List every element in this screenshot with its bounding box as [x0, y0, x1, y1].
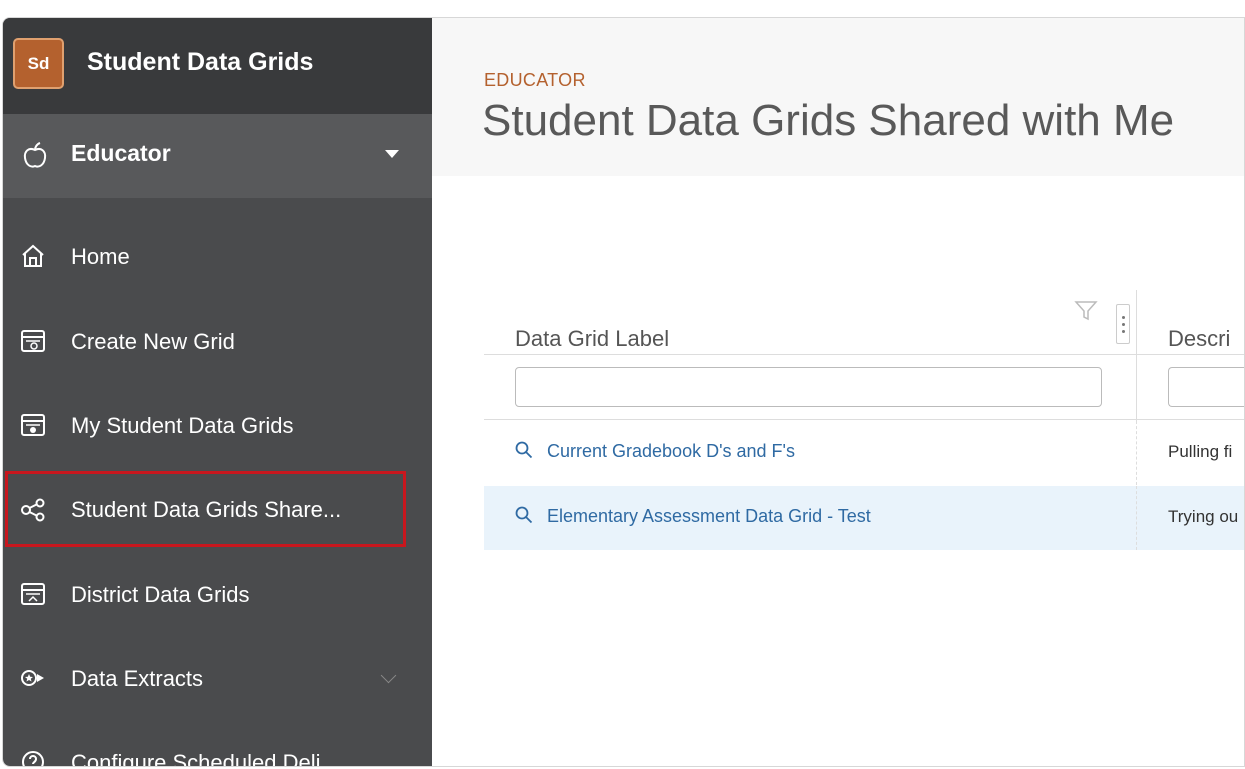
sidebar-item-label: Data Extracts: [71, 666, 204, 691]
search-icon[interactable]: [515, 506, 533, 524]
page-header: EDUCATOR Student Data Grids Shared with …: [432, 18, 1244, 176]
sidebar-item-configure-scheduled-deliveries[interactable]: Configure Scheduled Deli...: [3, 732, 432, 767]
grid-description: Pulling fi: [1168, 442, 1233, 461]
question-icon: [22, 751, 44, 766]
column-header-description[interactable]: Descri: [1168, 326, 1230, 352]
data-extract-icon: [21, 670, 44, 686]
sidebar-item-label: District Data Grids: [71, 582, 250, 607]
page-title: Student Data Grids Shared with Me: [482, 96, 1175, 145]
apple-icon: [23, 142, 47, 168]
cell-divider: [1136, 486, 1138, 550]
description-filter-input[interactable]: [1168, 367, 1244, 407]
sidebar-item-label: Create New Grid: [71, 329, 235, 354]
sidebar: Sd Student Data Grids Educator Home Crea…: [3, 18, 432, 766]
breadcrumb: EDUCATOR: [484, 70, 586, 90]
main-content: EDUCATOR Student Data Grids Shared with …: [432, 18, 1244, 766]
sidebar-item-district-data-grids[interactable]: District Data Grids: [3, 564, 432, 624]
role-label: Educator: [71, 140, 171, 166]
sidebar-item-home[interactable]: Home: [3, 226, 432, 286]
cell-divider: [1136, 421, 1138, 485]
sidebar-item-student-data-grids-shared[interactable]: Student Data Grids Share...: [5, 471, 406, 547]
chevron-down-icon: [380, 667, 397, 684]
grid-link[interactable]: Elementary Assessment Data Grid - Test: [547, 506, 871, 527]
sidebar-item-label: Home: [71, 244, 130, 269]
sidebar-item-label: Configure Scheduled Deli...: [71, 750, 339, 767]
grid-district-icon: [21, 583, 45, 605]
column-divider[interactable]: [1136, 290, 1137, 424]
grid-personal-icon: [21, 414, 45, 436]
sidebar-item-label: Student Data Grids Share...: [71, 497, 342, 522]
table-row[interactable]: Elementary Assessment Data Grid - Test T…: [484, 486, 1244, 550]
row-divider: [484, 419, 1244, 420]
sidebar-item-data-extracts[interactable]: Data Extracts: [3, 648, 432, 708]
grid-description: Trying ou: [1168, 507, 1239, 526]
search-icon[interactable]: [515, 441, 533, 459]
sidebar-item-create-new-grid[interactable]: Create New Grid: [3, 311, 432, 371]
share-icon: [21, 498, 45, 522]
table-row[interactable]: Current Gradebook D's and F's Pulling fi: [484, 421, 1244, 485]
header-divider: [484, 354, 1244, 355]
grid-create-icon: [21, 330, 45, 352]
label-filter-input[interactable]: [515, 367, 1102, 407]
app-title: Student Data Grids: [87, 48, 314, 76]
sidebar-item-my-student-data-grids[interactable]: My Student Data Grids: [3, 395, 432, 455]
column-header-data-grid-label[interactable]: Data Grid Label: [515, 326, 669, 352]
role-selector[interactable]: Educator: [3, 114, 432, 198]
home-icon: [22, 244, 44, 267]
brand-header: Sd Student Data Grids: [3, 18, 432, 114]
app-logo: Sd: [13, 38, 64, 89]
sidebar-item-label: My Student Data Grids: [71, 413, 294, 438]
filter-icon[interactable]: [1074, 300, 1098, 322]
column-menu-button[interactable]: [1116, 304, 1130, 344]
app-window: Sd Student Data Grids Educator Home Crea…: [2, 17, 1245, 767]
chevron-down-icon: [385, 150, 399, 158]
grid-link[interactable]: Current Gradebook D's and F's: [547, 441, 795, 462]
